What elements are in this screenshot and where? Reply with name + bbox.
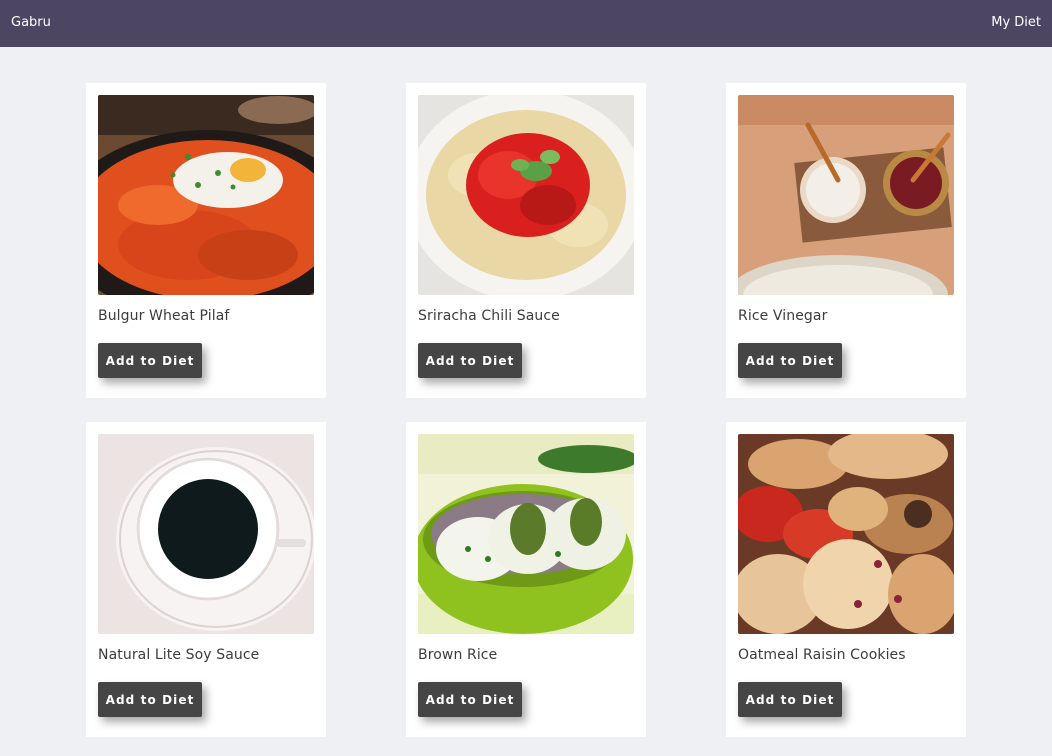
- food-image-rice-rolls: [418, 434, 634, 634]
- food-image-sauce-bowls: [738, 95, 954, 295]
- food-name: Bulgur Wheat Pilaf: [98, 308, 230, 324]
- food-card: Oatmeal Raisin Cookies Add to Diet: [726, 422, 966, 737]
- add-to-diet-button[interactable]: Add to Diet: [98, 682, 202, 717]
- food-card: Rice Vinegar Add to Diet: [726, 83, 966, 398]
- food-name: Natural Lite Soy Sauce: [98, 647, 260, 663]
- add-to-diet-button[interactable]: Add to Diet: [418, 682, 522, 717]
- food-card: Natural Lite Soy Sauce Add to Diet: [86, 422, 326, 737]
- food-name: Brown Rice: [418, 647, 498, 663]
- food-image-pasta: [418, 95, 634, 295]
- food-image-fried-rice: [98, 95, 314, 295]
- add-to-diet-button[interactable]: Add to Diet: [98, 343, 202, 378]
- brand-link[interactable]: Gabru: [11, 15, 51, 30]
- food-image-pastries: [738, 434, 954, 634]
- add-to-diet-button[interactable]: Add to Diet: [738, 343, 842, 378]
- food-name: Sriracha Chili Sauce: [418, 308, 560, 324]
- add-to-diet-button[interactable]: Add to Diet: [738, 682, 842, 717]
- my-diet-link[interactable]: My Diet: [991, 15, 1041, 30]
- food-name: Oatmeal Raisin Cookies: [738, 647, 906, 663]
- add-to-diet-button[interactable]: Add to Diet: [418, 343, 522, 378]
- food-card: Bulgur Wheat Pilaf Add to Diet: [86, 83, 326, 398]
- food-card: Sriracha Chili Sauce Add to Diet: [406, 83, 646, 398]
- food-card: Brown Rice Add to Diet: [406, 422, 646, 737]
- food-image-coffee: [98, 434, 314, 634]
- food-name: Rice Vinegar: [738, 308, 828, 324]
- top-navbar: Gabru My Diet: [0, 0, 1052, 47]
